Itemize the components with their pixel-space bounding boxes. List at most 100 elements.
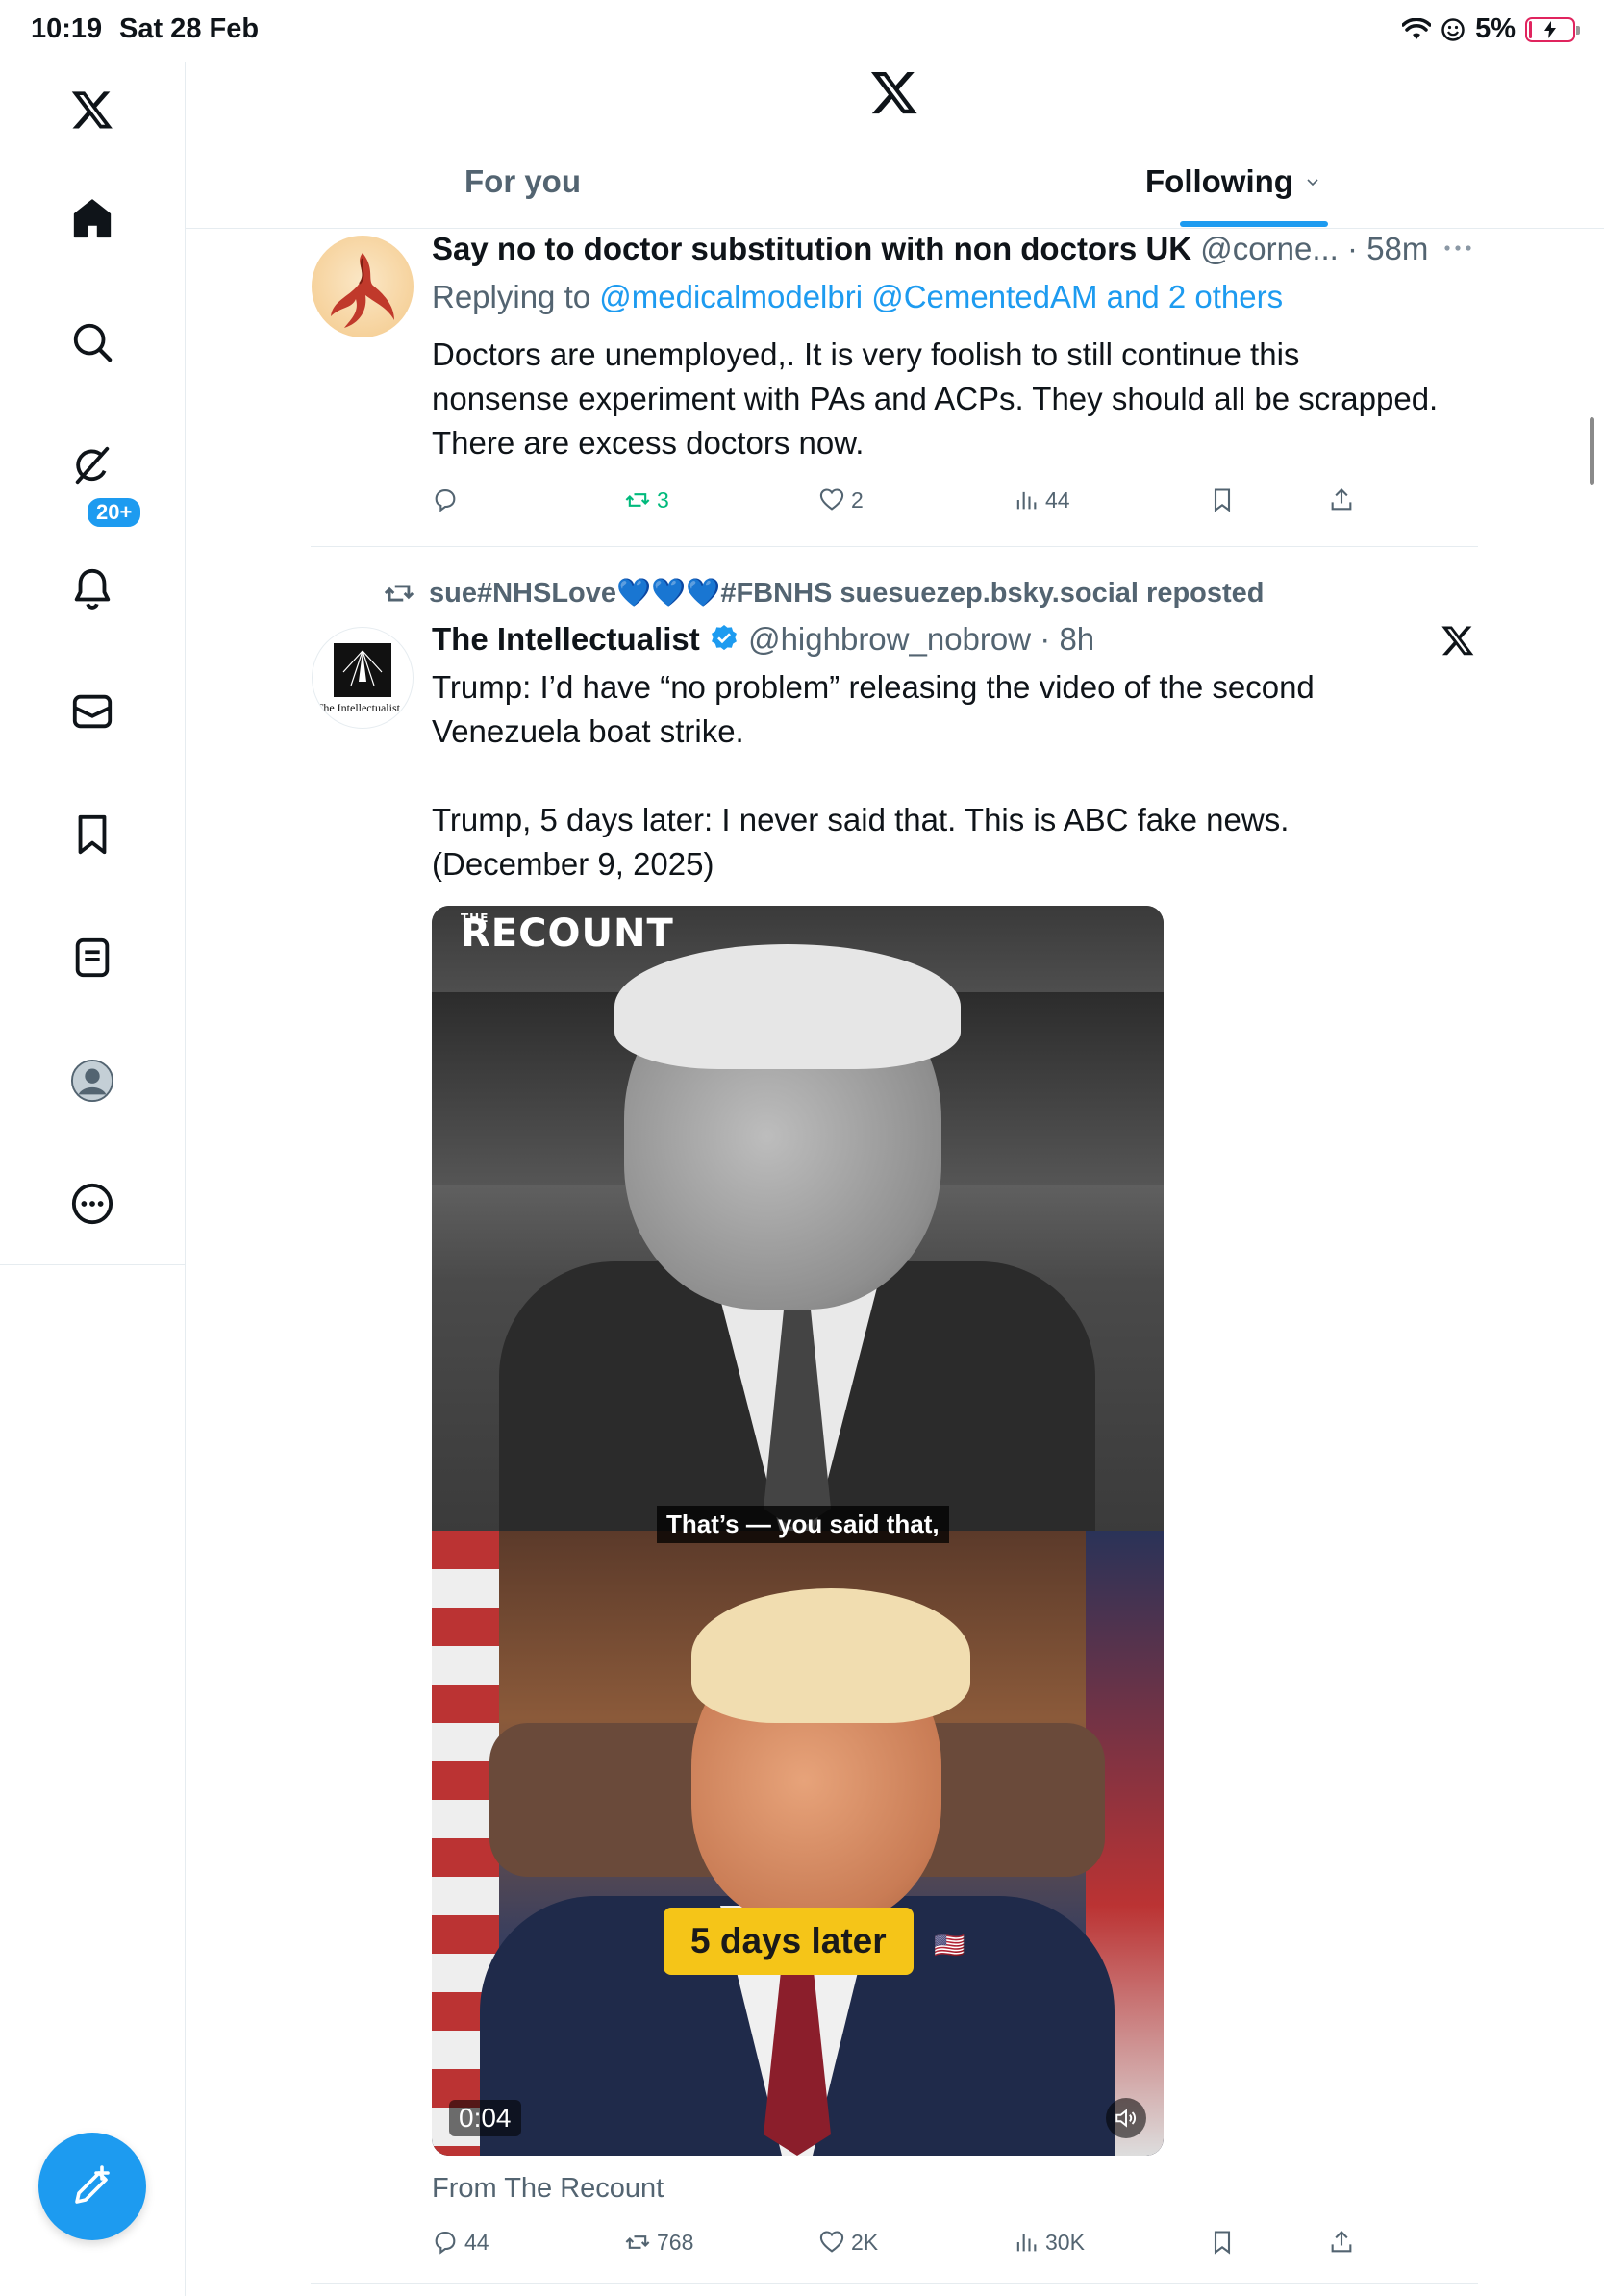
status-time: 10:19 [31,13,103,44]
author-handle[interactable]: @highbrow_nobrow [748,621,1031,657]
mail-icon[interactable] [54,673,131,750]
repost-button[interactable]: 3 [624,487,669,513]
author-handle[interactable]: @corne... [1200,231,1339,266]
x-header-logo-icon[interactable] [869,67,919,117]
video-frame-bottom [432,1531,1164,2156]
share-icon [1331,488,1352,511]
video-subtitle: That’s — you said that, [657,1506,949,1543]
profile-icon[interactable] [54,1042,131,1119]
avatar[interactable]: The Intellectualist [312,627,414,729]
bookmark-button[interactable] [1209,487,1236,513]
flag-pin-icon: 🇺🇸 [934,1931,965,1959]
like-count: 2K [851,2229,879,2255]
video-player[interactable]: THE RECOUNT That’s — you said that, 5 day… [432,906,1164,2156]
status-date: Sat 28 Feb [119,13,260,44]
battery-percent: 5% [1475,13,1516,44]
share-button[interactable] [1328,2229,1355,2256]
heart-icon [819,488,844,511]
battery-icon [1525,16,1580,42]
tweet-header: The Intellectualist @highbrow_nobrow · 8… [432,621,1095,657]
tab-for-you[interactable]: For you [464,163,581,200]
repost-icon [384,585,414,602]
x-logo-icon[interactable] [54,71,131,148]
reply-icon [435,2232,456,2255]
repost-count: 768 [657,2229,694,2255]
focus-face-icon [1441,17,1465,41]
repost-count: 3 [657,487,669,512]
views-count: 30K [1045,2229,1085,2255]
avatar[interactable] [312,236,414,337]
tweet-body-line: Doctors are unemployed,. It is very fool… [432,337,1300,372]
reply-button[interactable]: 44 [432,2229,489,2256]
home-icon[interactable] [54,181,131,258]
author-name[interactable]: The Intellectualist [432,621,700,657]
tweet-divider [311,546,1478,547]
grok-icon[interactable] [54,427,131,504]
tweet-body-line: Venezuela boat strike. [432,713,744,749]
bookmark-button[interactable] [1209,2229,1236,2256]
tweet-body-line [432,754,1315,798]
search-icon[interactable] [54,304,131,381]
compose-button[interactable] [38,2133,146,2240]
share-button[interactable] [1328,487,1355,513]
tweet-divider [311,2283,1478,2284]
feed-tabs: For you Following [186,144,1604,229]
repost-context: sue#NHSLove💙💙💙#FBNHS suesuezep.bsky.soci… [383,577,1265,610]
chevron-down-icon [1307,179,1318,187]
video-duration: 0:04 [449,2100,521,2136]
tweet-body-line: (December 9, 2025) [432,846,714,882]
views-count: 44 [1045,487,1070,512]
video-brand-logo: THE RECOUNT [461,911,674,956]
share-icon [1331,2231,1352,2253]
volume-button[interactable] [1106,2098,1146,2138]
reply-count: 44 [464,2229,489,2255]
notification-badge: 20+ [85,495,144,530]
tweet-actions: 44 768 2K 30K [432,2229,1393,2267]
tweet-body: Doctors are unemployed,. It is very fool… [432,333,1438,465]
status-right: 5% [1402,13,1580,45]
views-button[interactable]: 30K [1013,2229,1085,2256]
like-button[interactable]: 2 [818,487,864,513]
views-icon [1016,2234,1037,2252]
tweet-body-line: Trump, 5 days later: I never said that. … [432,802,1290,837]
replying-to: Replying to @medicalmodelbri @CementedAM… [432,279,1283,315]
repost-icon [625,2235,650,2249]
repost-button[interactable]: 768 [624,2229,693,2256]
video-caption: 5 days later [664,1908,914,1975]
list-icon[interactable] [54,919,131,996]
bookmark-icon [1214,488,1231,512]
wifi-icon [1402,17,1432,39]
tweet-actions: 3 2 44 [432,487,1393,525]
bell-icon[interactable] [54,550,131,627]
replying-to-link[interactable]: @medicalmodelbri @CementedAM and 2 other… [599,279,1283,314]
volume-icon [1115,2109,1137,2128]
compose-icon [75,2165,110,2204]
heart-icon [819,2231,844,2253]
tweet-body-line: Trump: I’d have “no problem” releasing t… [432,669,1315,705]
tweet-body-line: There are excess doctors now. [432,425,865,461]
tab-following-label: Following [1145,163,1293,199]
repost-icon [625,493,650,507]
status-bar: 10:19 Sat 28 Feb 5% [0,0,1604,62]
tweet-body-line: nonsense experiment with PAs and ACPs. T… [432,381,1439,416]
video-source[interactable]: From The Recount [432,2173,664,2205]
author-name[interactable]: Say no to doctor substitution with non d… [432,231,1191,266]
tweet-header: Say no to doctor substitution with non d… [432,231,1429,266]
more-options-icon[interactable] [1442,242,1473,254]
avatar-text: The Intellectualist [316,701,400,714]
tweet-time[interactable]: 8h [1059,621,1094,657]
repost-by-text[interactable]: sue#NHSLove💙💙💙#FBNHS suesuezep.bsky.soci… [429,577,1265,610]
bookmark-icon[interactable] [54,796,131,873]
views-icon [1016,491,1037,510]
scrollbar[interactable] [1590,417,1594,485]
tweet-body: Trump: I’d have “no problem” releasing t… [432,665,1315,886]
more-icon[interactable] [54,1165,131,1242]
reply-button[interactable] [432,487,464,513]
bookmark-icon [1214,2231,1231,2255]
x-logo-icon [1441,626,1474,656]
replying-prefix: Replying to [432,279,591,314]
tab-following[interactable]: Following [1145,163,1320,200]
like-button[interactable]: 2K [818,2229,878,2256]
views-button[interactable]: 44 [1013,487,1070,513]
tweet-time[interactable]: 58m [1366,231,1428,266]
